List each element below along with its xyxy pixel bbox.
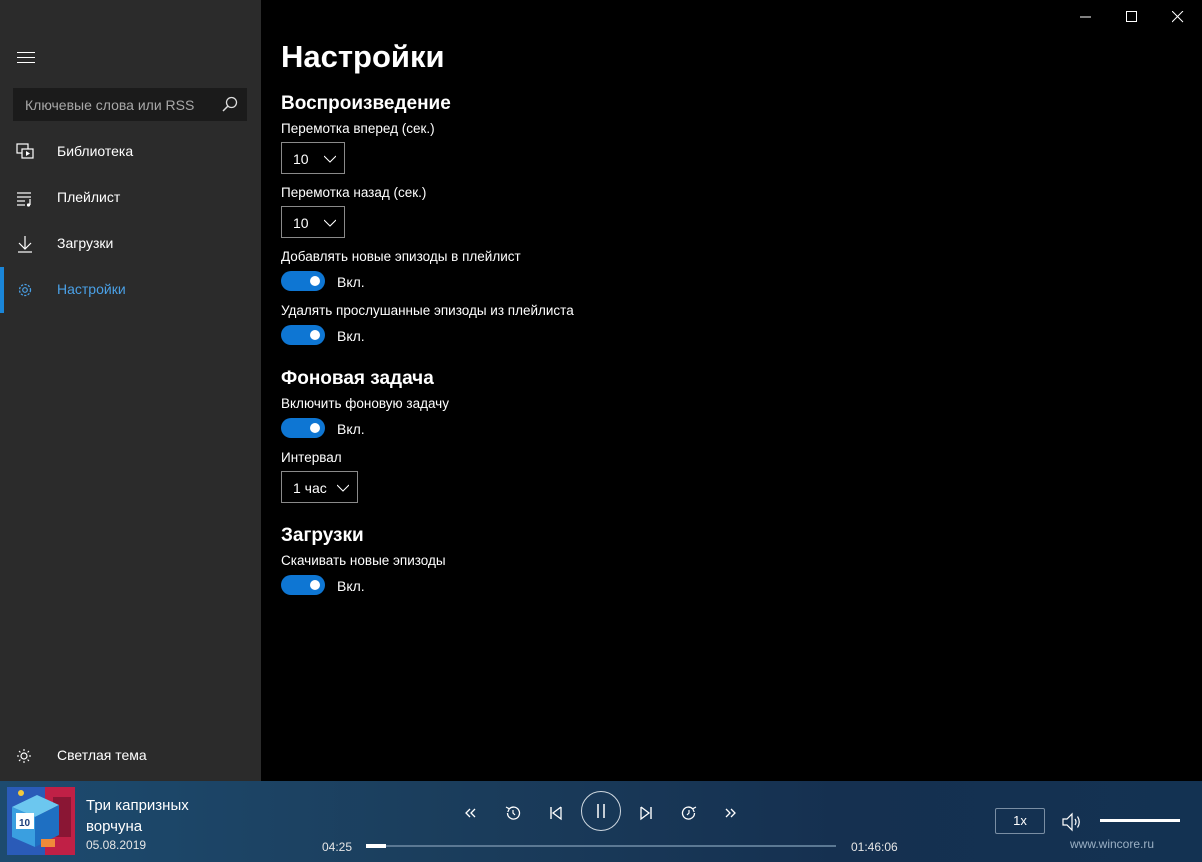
dropdown-value: 10 — [293, 151, 309, 167]
forward-skip-icon — [681, 806, 697, 820]
player-bar: 10 Три капризных ворчуна 05.08.2019 04:2… — [0, 781, 1202, 862]
search-input[interactable] — [14, 89, 214, 120]
next-icon — [640, 806, 652, 821]
toggle-state-label: Вкл. — [337, 328, 365, 344]
search-box — [13, 88, 247, 121]
podcast-cover-image[interactable]: 10 — [7, 787, 75, 855]
previous-button[interactable] — [543, 800, 569, 826]
sidebar: Библиотека Плейлист Загрузки Настройки С… — [0, 0, 261, 781]
volume-icon[interactable] — [1061, 811, 1083, 833]
episode-date: 05.08.2019 — [86, 838, 147, 852]
search-icon[interactable] — [220, 95, 240, 115]
section-title-downloads: Загрузки — [281, 525, 364, 546]
volume-level — [1100, 819, 1180, 822]
fast-forward-button[interactable] — [718, 800, 744, 826]
sidebar-item-label: Загрузки — [57, 235, 114, 251]
next-button[interactable] — [633, 800, 659, 826]
backward-skip-dropdown[interactable]: 10 — [281, 206, 345, 238]
pause-button[interactable] — [581, 791, 621, 831]
replay-icon — [505, 806, 521, 820]
playback-speed-button[interactable]: 1x — [995, 808, 1045, 834]
episode-title: Три капризных ворчуна — [86, 797, 189, 835]
backward-skip-label: Перемотка назад (сек.) — [281, 185, 427, 200]
interval-dropdown[interactable]: 1 час — [281, 471, 358, 503]
theme-toggle-button[interactable]: Светлая тема — [0, 733, 261, 779]
playlist-icon — [16, 189, 34, 207]
active-indicator — [0, 267, 4, 313]
chevron-down-icon — [324, 155, 336, 163]
close-icon — [1172, 11, 1184, 23]
maximize-button[interactable] — [1109, 0, 1155, 32]
watermark-text: www.wincore.ru — [1070, 837, 1155, 851]
minimize-button[interactable] — [1063, 0, 1109, 32]
rewind-button[interactable] — [457, 800, 483, 826]
remove-played-label: Удалять прослушанные эпизоды из плейлист… — [281, 303, 574, 318]
theme-label: Светлая тема — [57, 747, 147, 763]
rewind-icon — [465, 808, 476, 818]
sidebar-item-label: Плейлист — [57, 189, 121, 205]
section-title-playback: Воспроизведение — [281, 93, 451, 114]
dropdown-value: 1 час — [293, 480, 327, 496]
forward-skip-dropdown[interactable]: 10 — [281, 142, 345, 174]
close-button[interactable] — [1155, 0, 1201, 32]
forward-skip-label: Перемотка вперед (сек.) — [281, 121, 435, 136]
library-icon — [16, 143, 34, 161]
minimize-icon — [1080, 16, 1091, 18]
sidebar-item-label: Настройки — [57, 281, 126, 297]
chevron-down-icon — [324, 219, 336, 227]
toggle-state-label: Вкл. — [337, 274, 365, 290]
page-title: Настройки — [281, 39, 445, 74]
sidebar-item-downloads[interactable]: Загрузки — [0, 221, 261, 267]
auto-download-label: Скачивать новые эпизоды — [281, 553, 446, 568]
add-new-episodes-label: Добавлять новые эпизоды в плейлист — [281, 249, 521, 264]
previous-icon — [550, 806, 562, 821]
svg-text:10: 10 — [19, 818, 31, 829]
remove-played-toggle[interactable] — [281, 325, 325, 345]
seek-bar[interactable] — [366, 844, 836, 848]
toggle-state-label: Вкл. — [337, 421, 365, 437]
sidebar-item-playlist[interactable]: Плейлист — [0, 175, 261, 221]
interval-label: Интервал — [281, 450, 342, 465]
sidebar-item-library[interactable]: Библиотека — [0, 129, 261, 175]
add-new-episodes-toggle[interactable] — [281, 271, 325, 291]
sidebar-item-settings[interactable]: Настройки — [0, 267, 261, 313]
pause-icon — [597, 804, 605, 818]
sun-icon — [16, 747, 34, 765]
seek-progress — [366, 844, 386, 848]
fast-forward-icon — [725, 808, 736, 818]
elapsed-time: 04:25 — [322, 840, 353, 854]
download-icon — [16, 235, 34, 253]
dropdown-value: 10 — [293, 215, 309, 231]
skip-forward-button[interactable] — [676, 800, 702, 826]
maximize-icon — [1126, 11, 1137, 22]
background-task-toggle[interactable] — [281, 418, 325, 438]
background-task-label: Включить фоновую задачу — [281, 396, 449, 411]
skip-back-button[interactable] — [500, 800, 526, 826]
section-title-background: Фоновая задача — [281, 368, 434, 389]
toggle-state-label: Вкл. — [337, 578, 365, 594]
total-duration: 01:46:06 — [851, 840, 898, 854]
sidebar-item-label: Библиотека — [57, 143, 134, 159]
auto-download-toggle[interactable] — [281, 575, 325, 595]
hamburger-menu-icon[interactable] — [17, 52, 35, 64]
chevron-down-icon — [337, 484, 349, 492]
volume-slider[interactable] — [1100, 819, 1180, 822]
gear-icon — [16, 281, 34, 299]
